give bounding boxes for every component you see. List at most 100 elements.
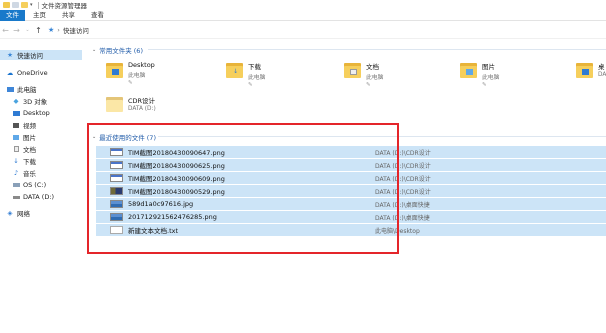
navigation-pane: ★ 快速访问 ☁ OneDrive 此电脑 ◆ 3D 对象 Desktop 视频… bbox=[0, 44, 82, 333]
file-location: DATA (D:)\CDR设计 bbox=[375, 149, 431, 157]
sidebar-item-this-pc[interactable]: 此电脑 bbox=[0, 84, 82, 94]
sidebar-item-os-c[interactable]: OS (C:) bbox=[0, 180, 82, 190]
breadcrumb[interactable]: ★ › 快速访问 bbox=[48, 24, 89, 36]
folder-icon bbox=[576, 61, 593, 79]
sidebar-item-label: 网络 bbox=[17, 210, 30, 218]
folder-name: 文档 bbox=[366, 63, 379, 71]
image-file-icon bbox=[110, 213, 123, 221]
sidebar-item-label: 下载 bbox=[23, 158, 36, 166]
drive-icon bbox=[12, 194, 20, 201]
computer-icon bbox=[6, 86, 14, 93]
file-name: TIM截图20180430090609.png bbox=[128, 175, 225, 183]
up-arrow-icon[interactable]: ↑ bbox=[33, 26, 44, 35]
sidebar-item-videos[interactable]: 视频 bbox=[0, 120, 82, 130]
properties-icon[interactable] bbox=[12, 2, 19, 8]
table-row[interactable]: TIM截图20180430090625.png DATA (D:)\CDR设计 bbox=[96, 159, 606, 171]
sidebar-item-onedrive[interactable]: ☁ OneDrive bbox=[0, 68, 82, 78]
table-row[interactable]: TIM截图20180430090529.png DATA (D:)\CDR设计 bbox=[96, 185, 606, 197]
chevron-down-icon[interactable]: ⌄ bbox=[92, 134, 96, 140]
cube-icon: ◆ bbox=[13, 97, 19, 105]
table-row[interactable]: TIM截图20180430090647.png DATA (D:)\CDR设计 bbox=[96, 146, 606, 158]
text-file-icon bbox=[110, 226, 123, 234]
image-file-icon bbox=[110, 200, 123, 208]
file-location: DATA (D:)\桌面快捷 bbox=[375, 214, 430, 222]
sidebar-item-network[interactable]: ◈ 网络 bbox=[0, 208, 82, 218]
table-row[interactable]: 新建文本文档.txt 此电脑\Desktop bbox=[96, 224, 606, 236]
folder-tile-partial[interactable]: 桌 DA bbox=[576, 55, 606, 85]
star-icon: ★ bbox=[48, 26, 55, 34]
folder-tile-pictures[interactable]: 图片 此电脑 ✎ bbox=[460, 55, 500, 88]
tab-view[interactable]: 查看 bbox=[83, 10, 112, 21]
drive-icon bbox=[12, 182, 20, 189]
file-name: TIM截图20180430090647.png bbox=[128, 149, 225, 157]
file-location: DATA (D:)\CDR设计 bbox=[375, 188, 431, 196]
sidebar-item-data-d[interactable]: DATA (D:) bbox=[0, 192, 82, 202]
folder-name: 下载 bbox=[248, 63, 261, 71]
address-bar: ← → ⌄ ↑ ★ › 快速访问 bbox=[0, 22, 606, 39]
pin-icon: ✎ bbox=[482, 82, 487, 88]
table-row[interactable]: 589d1a0c97616.jpg DATA (D:)\桌面快捷 bbox=[96, 198, 606, 210]
group-divider bbox=[148, 49, 606, 50]
folder-icon bbox=[106, 95, 123, 113]
folder-name: Desktop bbox=[128, 61, 155, 69]
folder-tile-cdr-design[interactable]: CDR设计 DATA (D:) bbox=[106, 89, 156, 119]
file-name: TIM截图20180430090625.png bbox=[128, 162, 225, 170]
sidebar-item-documents[interactable]: 文档 bbox=[0, 144, 82, 154]
sidebar-item-label: 图片 bbox=[23, 134, 36, 142]
breadcrumb-separator-icon[interactable]: › bbox=[57, 26, 60, 34]
back-arrow-icon[interactable]: ← bbox=[0, 26, 11, 35]
title-bar: ▾ 文件资源管理器 bbox=[0, 0, 606, 10]
content-pane: ⌄ 常用文件夹 (6) Desktop 此电脑 ✎ ↓ 下载 此电脑 ✎ 文档 … bbox=[86, 39, 606, 333]
recent-files-header[interactable]: ⌄ 最近使用的文件 (7) bbox=[92, 132, 156, 142]
breadcrumb-location[interactable]: 快速访问 bbox=[63, 25, 89, 35]
image-file-icon bbox=[110, 187, 123, 195]
recent-locations-chevron-icon[interactable]: ⌄ bbox=[22, 27, 33, 33]
folder-name: CDR设计 bbox=[128, 97, 156, 105]
desktop-icon bbox=[12, 110, 20, 117]
chevron-down-icon[interactable]: ⌄ bbox=[92, 47, 96, 53]
new-folder-icon[interactable] bbox=[21, 2, 28, 8]
tab-share[interactable]: 共享 bbox=[54, 10, 83, 21]
sidebar-item-downloads[interactable]: ↓ 下载 bbox=[0, 156, 82, 166]
table-row[interactable]: TIM截图20180430090609.png DATA (D:)\CDR设计 bbox=[96, 172, 606, 184]
cloud-icon: ☁ bbox=[6, 69, 14, 77]
file-name: TIM截图20180430090529.png bbox=[128, 188, 225, 196]
sidebar-item-label: DATA (D:) bbox=[23, 193, 55, 201]
sidebar-item-label: 文档 bbox=[23, 146, 36, 154]
folder-icon bbox=[106, 61, 123, 79]
folder-tile-desktop[interactable]: Desktop 此电脑 ✎ bbox=[106, 55, 155, 86]
sidebar-item-desktop[interactable]: Desktop bbox=[0, 108, 82, 118]
folder-name: 桌 bbox=[598, 63, 605, 71]
sidebar-item-label: 3D 对象 bbox=[23, 98, 48, 106]
frequent-folders-header[interactable]: ⌄ 常用文件夹 (6) bbox=[92, 45, 143, 55]
file-location: DATA (D:)\桌面快捷 bbox=[375, 201, 430, 209]
star-icon: ★ bbox=[7, 51, 13, 59]
image-file-icon bbox=[110, 148, 123, 156]
folder-tile-downloads[interactable]: ↓ 下载 此电脑 ✎ bbox=[226, 55, 265, 88]
table-row[interactable]: 2017129215624762​85.png DATA (D:)\桌面快捷 bbox=[96, 211, 606, 223]
folder-name: 图片 bbox=[482, 63, 495, 71]
group-header-label: 最近使用的文件 (7) bbox=[99, 134, 156, 142]
forward-arrow-icon[interactable]: → bbox=[11, 26, 22, 35]
folder-location: 此电脑 bbox=[482, 75, 500, 81]
sidebar-item-pictures[interactable]: 图片 bbox=[0, 132, 82, 142]
sidebar-item-3d-objects[interactable]: ◆ 3D 对象 bbox=[0, 96, 82, 106]
tab-file[interactable]: 文件 bbox=[0, 9, 25, 21]
file-location: DATA (D:)\CDR设计 bbox=[375, 175, 431, 183]
pin-icon: ✎ bbox=[128, 80, 133, 86]
folder-icon bbox=[344, 61, 361, 79]
folder-tile-documents[interactable]: 文档 此电脑 ✎ bbox=[344, 55, 383, 88]
tab-home[interactable]: 主页 bbox=[25, 10, 54, 21]
network-icon: ◈ bbox=[7, 209, 13, 217]
group-divider bbox=[158, 136, 606, 137]
quick-access-toolbar: ▾ bbox=[0, 1, 42, 9]
pin-icon: ✎ bbox=[248, 82, 253, 88]
customize-toolbar-icon[interactable]: ▾ bbox=[30, 2, 33, 8]
folder-location: DA bbox=[598, 72, 606, 78]
sidebar-item-quick-access[interactable]: ★ 快速访问 bbox=[0, 50, 82, 60]
download-icon: ↓ bbox=[13, 157, 19, 165]
window-title: 文件资源管理器 bbox=[41, 2, 88, 10]
file-name: 589d1a0c97616.jpg bbox=[128, 200, 194, 208]
sidebar-item-music[interactable]: ♪ 音乐 bbox=[0, 168, 82, 178]
video-icon bbox=[12, 122, 20, 129]
